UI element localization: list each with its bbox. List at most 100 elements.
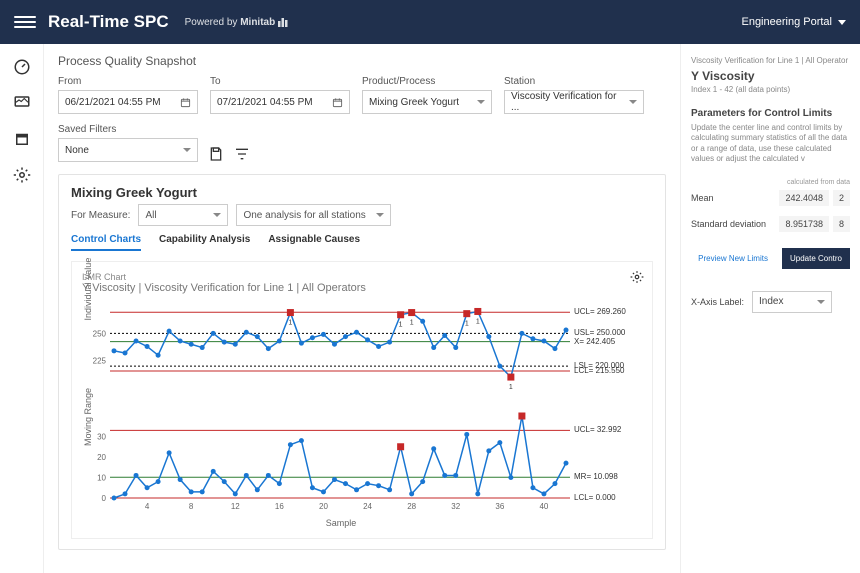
sd-value: 8.951738 — [779, 216, 829, 232]
station-label: Station — [504, 76, 644, 87]
x-tick: 28 — [407, 502, 416, 511]
calendar-icon — [332, 97, 343, 108]
analysis-scope-select[interactable]: One analysis for all stations — [236, 204, 391, 226]
portal-dropdown[interactable]: Engineering Portal — [741, 16, 846, 28]
save-icon[interactable] — [208, 146, 224, 162]
svg-text:1: 1 — [476, 318, 480, 325]
page-title: Process Quality Snapshot — [58, 54, 666, 68]
to-input[interactable]: 07/21/2021 04:55 PM — [210, 90, 350, 114]
x-ticks: 481216202428323640 — [110, 502, 572, 514]
measure-row: For Measure: All One analysis for all st… — [71, 204, 653, 226]
monitor-icon[interactable] — [13, 94, 31, 112]
powered-text: Powered by — [185, 17, 238, 28]
tab-capability[interactable]: Capability Analysis — [159, 234, 250, 251]
params-desc: Update the center line and control limit… — [691, 123, 850, 165]
topbar: Real-Time SPC Powered by Minitab Enginee… — [0, 0, 860, 44]
menu-icon[interactable] — [14, 11, 36, 33]
measure-select[interactable]: All — [138, 204, 228, 226]
x-tick: 40 — [539, 502, 548, 511]
from-input[interactable]: 06/21/2021 04:55 PM — [58, 90, 198, 114]
chevron-down-icon — [183, 148, 191, 152]
saved-select[interactable]: None — [58, 138, 198, 162]
to-field: To 07/21/2021 04:55 PM — [210, 76, 350, 114]
ref-label: UCL= 269.260 — [574, 307, 626, 316]
svg-text:1: 1 — [399, 322, 403, 329]
saved-value: None — [65, 145, 89, 156]
y1-axis-label: Individual Value — [83, 258, 93, 321]
chart-card: I-MR Chart Y Viscosity | Viscosity Verif… — [71, 261, 653, 539]
xaxis-row: X-Axis Label: Index — [691, 291, 850, 313]
tab-control-charts[interactable]: Control Charts — [71, 234, 141, 251]
from-label: From — [58, 76, 198, 87]
analysis-value: One analysis for all stations — [243, 210, 365, 221]
ref-label: X= 242.405 — [574, 337, 615, 346]
brand-icon — [278, 17, 288, 27]
svg-text:225: 225 — [93, 357, 107, 366]
panel-breadcrumb: Viscosity Verification for Line 1 | All … — [691, 56, 850, 65]
product-select[interactable]: Mixing Greek Yogurt — [362, 90, 492, 114]
col-head: calculated from data — [691, 179, 850, 186]
sidebar — [0, 44, 44, 573]
gauge-icon[interactable] — [13, 58, 31, 76]
portal-label: Engineering Portal — [741, 16, 832, 28]
svg-text:1: 1 — [465, 321, 469, 328]
tabs: Control Charts Capability Analysis Assig… — [71, 234, 653, 251]
moving-range-chart: Moving Range 0102030 481216202428323640 … — [110, 412, 572, 528]
ref-label: LCL= 0.000 — [574, 493, 616, 502]
mean-value: 242.4048 — [779, 190, 829, 206]
from-value: 06/21/2021 04:55 PM — [65, 97, 161, 108]
svg-text:30: 30 — [97, 433, 106, 442]
svg-text:1: 1 — [288, 320, 292, 327]
calendar-icon — [180, 97, 191, 108]
svg-text:0: 0 — [102, 494, 107, 503]
svg-text:10: 10 — [97, 474, 106, 483]
saved-label: Saved Filters — [58, 124, 198, 135]
mean-value-2: 2 — [833, 190, 850, 206]
individual-plot: 111111225250 — [110, 302, 570, 392]
sd-label: Standard deviation — [691, 219, 766, 229]
sd-value-2: 8 — [833, 216, 850, 232]
panel-buttons: Preview New Limits Update Contro — [691, 248, 850, 269]
measure-label: For Measure: — [71, 210, 130, 221]
x-tick: 20 — [319, 502, 328, 511]
card-title: Mixing Greek Yogurt — [71, 185, 653, 200]
svg-text:1: 1 — [509, 384, 513, 391]
chevron-down-icon — [838, 20, 846, 25]
analysis-card: Mixing Greek Yogurt For Measure: All One… — [58, 174, 666, 550]
app-window: Real-Time SPC Powered by Minitab Enginee… — [0, 0, 860, 573]
panel-title: Y Viscosity — [691, 69, 850, 83]
chart-settings-icon[interactable] — [630, 270, 644, 284]
chevron-down-icon — [477, 100, 485, 104]
powered-by: Powered by Minitab — [185, 17, 288, 28]
app-title: Real-Time SPC — [48, 12, 169, 32]
x-tick: 12 — [231, 502, 240, 511]
filter-row: From 06/21/2021 04:55 PM To 07/21/2021 0… — [58, 76, 666, 114]
saved-filters-row: Saved Filters None — [58, 124, 666, 162]
topbar-left: Real-Time SPC Powered by Minitab — [14, 11, 288, 33]
chevron-down-icon — [629, 100, 637, 104]
chevron-down-icon — [817, 300, 825, 304]
x-tick: 32 — [451, 502, 460, 511]
from-field: From 06/21/2021 04:55 PM — [58, 76, 198, 114]
update-button[interactable]: Update Contro — [782, 248, 850, 269]
gear-icon[interactable] — [13, 166, 31, 184]
params-heading: Parameters for Control Limits — [691, 108, 850, 119]
x-axis-label: Sample — [110, 518, 572, 528]
tab-causes[interactable]: Assignable Causes — [268, 234, 360, 251]
xaxis-value: Index — [759, 296, 783, 307]
station-value: Viscosity Verification for ... — [511, 91, 623, 113]
brand-logo: Minitab — [240, 17, 275, 28]
station-select[interactable]: Viscosity Verification for ... — [504, 90, 644, 114]
preview-button[interactable]: Preview New Limits — [690, 248, 776, 269]
saved-field: Saved Filters None — [58, 124, 198, 162]
body: Process Quality Snapshot From 06/21/2021… — [0, 44, 860, 573]
svg-text:250: 250 — [93, 329, 107, 338]
filter-icon[interactable] — [234, 146, 250, 162]
sd-row: Standard deviation 8.951738 8 — [691, 216, 850, 232]
mr-plot: 0102030 — [110, 412, 570, 502]
product-label: Product/Process — [362, 76, 492, 87]
xaxis-select[interactable]: Index — [752, 291, 832, 313]
ref-label: UCL= 32.992 — [574, 425, 621, 434]
archive-icon[interactable] — [13, 130, 31, 148]
svg-text:1: 1 — [410, 320, 414, 327]
